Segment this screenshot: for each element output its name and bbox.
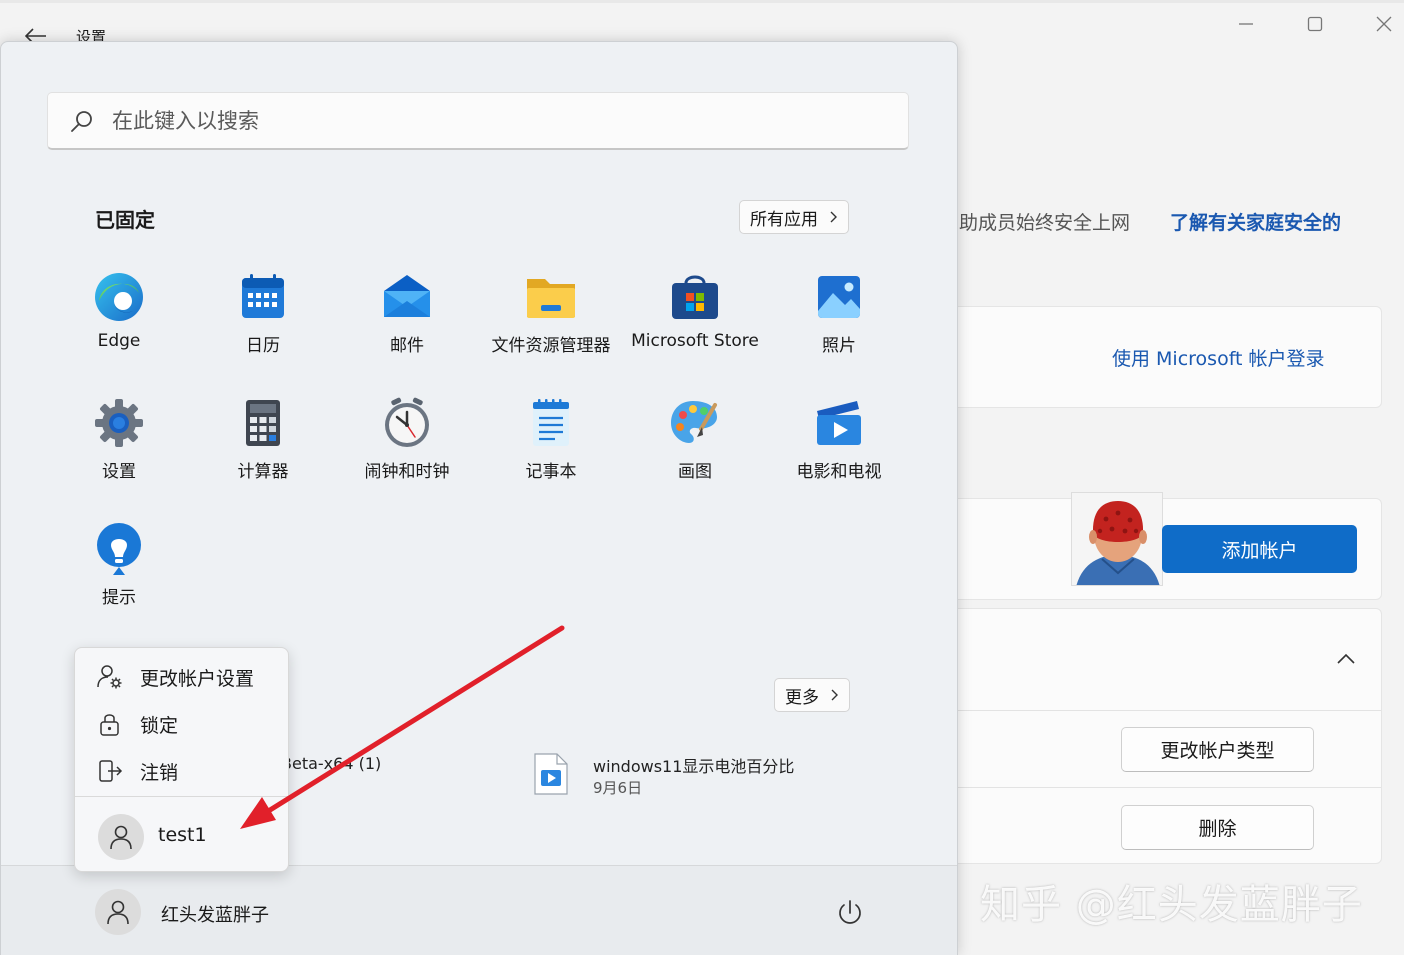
- app-tile-mail[interactable]: 邮件: [335, 271, 479, 381]
- card-divider: [941, 710, 1381, 711]
- search-icon: [71, 111, 92, 132]
- maximize-button[interactable]: [1300, 10, 1330, 38]
- app-label: 计算器: [237, 462, 289, 482]
- chevron-right-icon: [830, 211, 837, 223]
- power-icon: [839, 900, 861, 924]
- person-icon: [110, 825, 132, 850]
- app-tile-store[interactable]: Microsoft Store: [623, 271, 767, 381]
- minimize-button[interactable]: [1231, 10, 1261, 38]
- recommended-item-date: 9月6日: [593, 779, 643, 797]
- all-apps-label: 所有应用: [750, 209, 818, 230]
- minimize-icon: [1239, 23, 1253, 25]
- clock-icon: [385, 397, 429, 447]
- recommended-item-name: Beta-x64 (1): [281, 754, 382, 773]
- notepad-icon: [533, 399, 569, 446]
- card-divider: [941, 787, 1381, 788]
- app-tile-notepad[interactable]: 记事本: [479, 397, 623, 507]
- calculator-icon: [246, 400, 280, 446]
- close-button[interactable]: [1369, 10, 1399, 38]
- power-button[interactable]: [835, 898, 865, 928]
- person-icon: [107, 900, 129, 925]
- change-account-type-button[interactable]: 更改帐户类型: [1121, 727, 1314, 772]
- sign-out-icon: [99, 760, 123, 782]
- chevron-up-icon: [1337, 653, 1355, 664]
- more-label: 更多: [785, 687, 819, 708]
- popup-item-label: 锁定: [140, 715, 179, 737]
- watermark: 知乎 @红头发蓝胖子: [980, 882, 1363, 928]
- search-box[interactable]: [47, 92, 909, 150]
- all-apps-button[interactable]: 所有应用: [739, 200, 849, 234]
- collapse-button[interactable]: [1334, 648, 1358, 670]
- app-label: 设置: [102, 462, 136, 482]
- add-account-button[interactable]: 添加帐户: [1162, 525, 1357, 573]
- family-safety-link[interactable]: 了解有关家庭安全的: [1170, 208, 1341, 235]
- app-tile-tips[interactable]: 提示: [47, 523, 191, 633]
- app-tile-clock[interactable]: 闹钟和时钟: [335, 397, 479, 507]
- recommended-item[interactable]: windows11显示电池百分比 9月6日: [533, 750, 833, 800]
- paint-icon: [671, 401, 717, 443]
- edge-icon: [95, 273, 143, 321]
- close-icon: [1376, 16, 1392, 32]
- app-tile-file-explorer[interactable]: 文件资源管理器: [479, 271, 623, 381]
- mail-icon: [384, 275, 430, 317]
- movies-icon: [817, 401, 861, 445]
- switch-user-item[interactable]: test1: [75, 814, 288, 860]
- app-label: 文件资源管理器: [491, 336, 611, 356]
- current-user-avatar[interactable]: [95, 889, 141, 935]
- lock-item[interactable]: 锁定: [75, 702, 288, 744]
- family-safety-text: 帮助成员始终安全上网: [940, 212, 1131, 234]
- sign-out-item[interactable]: 注销: [75, 749, 288, 791]
- folder-icon: [527, 279, 575, 318]
- video-file-icon: [534, 753, 568, 795]
- tips-icon: [97, 523, 141, 575]
- app-label: Microsoft Store: [631, 331, 759, 351]
- search-input[interactable]: [112, 105, 892, 137]
- other-user-avatar: [98, 814, 144, 860]
- start-menu-footer: [1, 865, 957, 955]
- change-account-settings-item[interactable]: 更改帐户设置: [75, 655, 288, 697]
- app-tile-settings[interactable]: 设置: [47, 397, 191, 507]
- store-icon: [672, 275, 718, 319]
- popup-divider: [75, 796, 288, 797]
- pinned-title: 已固定: [95, 208, 155, 232]
- app-label: 画图: [678, 462, 712, 482]
- title-strip: [0, 0, 1404, 3]
- app-label: 闹钟和时钟: [364, 462, 450, 482]
- calendar-icon: [242, 274, 284, 318]
- delete-account-button[interactable]: 删除: [1121, 805, 1314, 850]
- user-photo: [1071, 492, 1163, 586]
- account-settings-icon: [97, 665, 122, 689]
- popup-item-label: 注销: [140, 762, 179, 784]
- app-label: 提示: [102, 588, 136, 608]
- lock-icon: [100, 714, 119, 736]
- app-tile-photos[interactable]: 照片: [767, 271, 911, 381]
- other-user-name: test1: [158, 824, 207, 846]
- gear-icon: [95, 399, 143, 447]
- maximize-icon: [1307, 16, 1323, 32]
- app-tile-calendar[interactable]: 日历: [191, 271, 335, 381]
- photos-icon: [818, 276, 860, 318]
- more-button[interactable]: 更多: [774, 678, 850, 712]
- app-tile-paint[interactable]: 画图: [623, 397, 767, 507]
- app-label: 日历: [246, 336, 280, 356]
- app-tile-calculator[interactable]: 计算器: [191, 397, 335, 507]
- app-tile-movies[interactable]: 电影和电视: [767, 397, 911, 507]
- app-label: 邮件: [390, 336, 424, 356]
- current-user-name[interactable]: 红头发蓝胖子: [161, 901, 269, 927]
- ms-login-link[interactable]: 使用 Microsoft 帐户登录: [1112, 344, 1325, 371]
- app-label: 电影和电视: [796, 462, 882, 482]
- app-label: Edge: [97, 331, 141, 351]
- recommended-item-name: windows11显示电池百分比: [593, 757, 795, 776]
- app-tile-edge[interactable]: Edge: [47, 271, 191, 381]
- app-label: 记事本: [525, 462, 577, 482]
- app-label: 照片: [822, 336, 856, 356]
- account-popup: 更改帐户设置 锁定 注销 test1: [74, 647, 289, 872]
- chevron-right-icon: [831, 689, 838, 701]
- popup-item-label: 更改帐户设置: [140, 668, 255, 690]
